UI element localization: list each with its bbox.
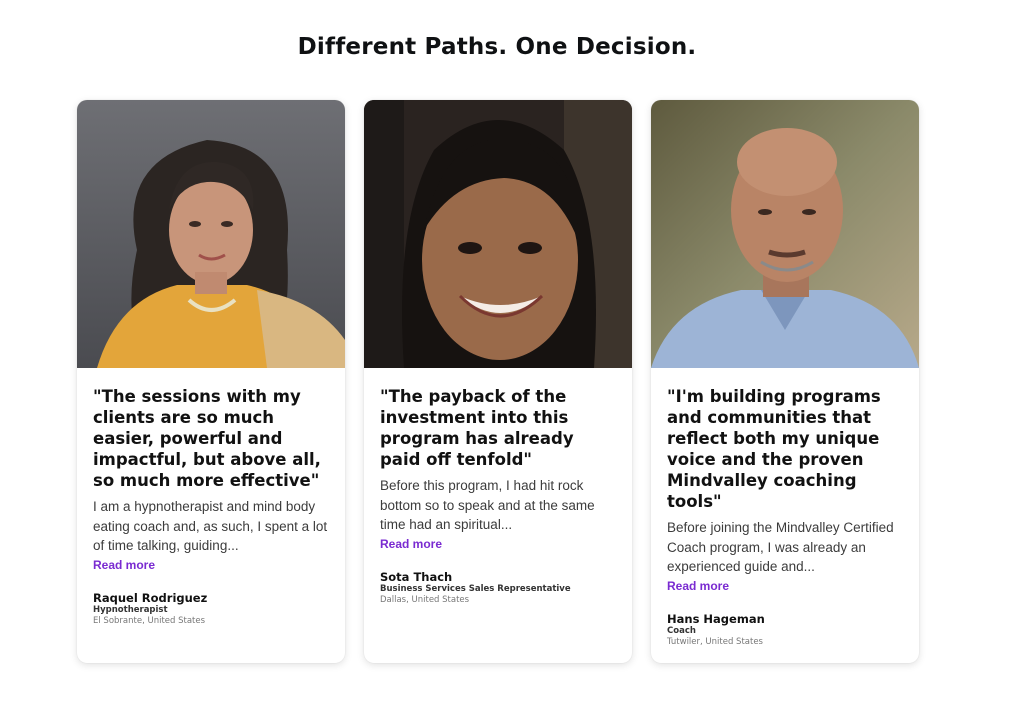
testimonial-quote: "I'm building programs and communities t… bbox=[667, 387, 881, 511]
testimonial-excerpt: I am a hypnotherapist and mind body eati… bbox=[93, 499, 328, 553]
testimonial-card: "The payback of the investment into this… bbox=[364, 100, 632, 663]
read-more-link[interactable]: Read more bbox=[380, 537, 442, 551]
read-more-link[interactable]: Read more bbox=[667, 579, 729, 593]
testimonial-card: "The sessions with my clients are so muc… bbox=[77, 100, 345, 663]
testimonial-photo bbox=[651, 100, 919, 368]
author-role: Coach bbox=[667, 625, 696, 636]
section-heading: Different Paths. One Decision. bbox=[297, 34, 697, 60]
testimonial-excerpt: Before joining the Mindvalley Certified … bbox=[667, 520, 894, 574]
author-name: Sota Thach bbox=[380, 569, 453, 584]
testimonial-photo bbox=[77, 100, 345, 368]
author-role: Business Services Sales Representative bbox=[380, 583, 571, 594]
testimonial-cards: "The sessions with my clients are so muc… bbox=[77, 100, 919, 663]
author-role: Hypnotherapist bbox=[93, 604, 168, 615]
testimonial-author: Hans Hageman Coach Tutwiler, United Stat… bbox=[667, 612, 903, 648]
testimonial-quote: "The payback of the investment into this… bbox=[380, 387, 574, 469]
testimonial-quote: "The sessions with my clients are so muc… bbox=[93, 387, 321, 490]
author-location: Tutwiler, United States bbox=[667, 636, 763, 647]
testimonial-card: "I'm building programs and communities t… bbox=[651, 100, 919, 663]
author-location: Dallas, United States bbox=[380, 594, 470, 605]
testimonial-photo bbox=[364, 100, 632, 368]
author-name: Raquel Rodriguez bbox=[93, 590, 208, 605]
testimonial-author: Sota Thach Business Services Sales Repre… bbox=[380, 570, 616, 606]
testimonial-author: Raquel Rodriguez Hypnotherapist El Sobra… bbox=[93, 591, 329, 627]
testimonial-excerpt: Before this program, I had hit rock bott… bbox=[380, 478, 595, 532]
author-location: El Sobrante, United States bbox=[93, 615, 206, 626]
author-name: Hans Hageman bbox=[667, 611, 765, 626]
read-more-link[interactable]: Read more bbox=[93, 558, 155, 572]
